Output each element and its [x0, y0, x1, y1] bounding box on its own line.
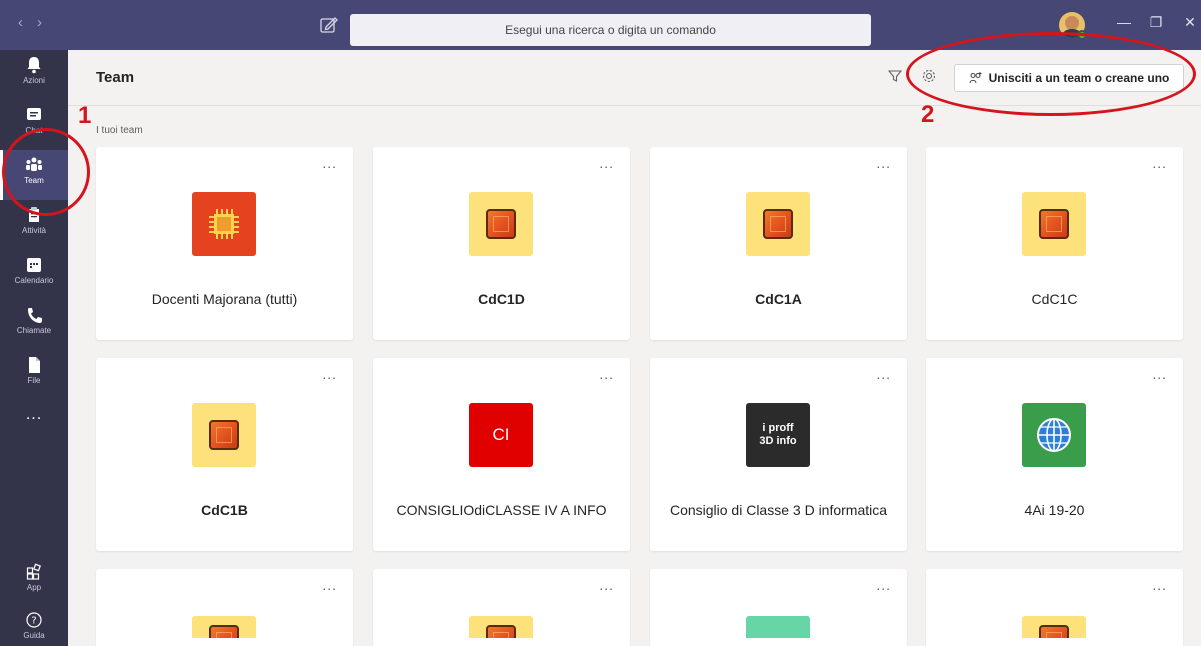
team-card[interactable]: ...: [96, 569, 353, 646]
rail-label: Attività: [21, 226, 46, 235]
team-card[interactable]: ... Docenti Majorana (tutti): [96, 147, 353, 340]
team-name: CdC1C: [1031, 290, 1078, 307]
bell-icon: [27, 57, 41, 74]
more-options-icon[interactable]: ...: [876, 577, 891, 593]
more-options-icon[interactable]: ...: [322, 155, 337, 171]
compose-icon[interactable]: [318, 14, 340, 36]
more-options-icon[interactable]: ...: [599, 577, 614, 593]
page-title: Team: [96, 69, 135, 86]
file-icon: [29, 357, 40, 373]
minimize-icon[interactable]: —: [1114, 14, 1134, 30]
more-options-icon[interactable]: ...: [1152, 155, 1167, 171]
rail-label: Chiamate: [16, 326, 52, 335]
rail-label: App: [26, 583, 42, 592]
calendar-icon: [27, 258, 41, 272]
svg-text:?: ?: [31, 616, 36, 627]
team-default-icon: [486, 625, 516, 638]
rail-item-calendario[interactable]: Calendario: [0, 250, 68, 300]
team-card[interactable]: ... CdC1C: [926, 147, 1183, 340]
team-card[interactable]: ... 4Ai 19-20: [926, 358, 1183, 551]
team-avatar: [192, 192, 256, 256]
rail-label: File: [27, 376, 41, 385]
team-avatar: [746, 192, 810, 256]
team-card[interactable]: ...: [650, 569, 907, 646]
annotation-number-2: 2: [921, 101, 935, 128]
team-default-icon: [209, 625, 239, 638]
team-avatar: [469, 616, 533, 638]
team-card[interactable]: ...: [926, 569, 1183, 646]
rail-item-chiamate[interactable]: Chiamate: [0, 300, 68, 350]
rail-item-app[interactable]: App: [0, 557, 68, 607]
search-placeholder: Esegui una ricerca o digita un comando: [505, 23, 716, 37]
close-icon[interactable]: ✕: [1180, 14, 1200, 31]
annotation-number-1: 1: [78, 102, 92, 129]
more-options-icon[interactable]: ...: [876, 155, 891, 171]
team-card[interactable]: ... CdC1A: [650, 147, 907, 340]
history-nav: ‹ ›: [18, 14, 42, 31]
more-options-icon[interactable]: ...: [1152, 366, 1167, 382]
team-avatar: [1022, 403, 1086, 467]
team-default-icon: [1039, 209, 1069, 239]
rail-item-azioni[interactable]: Azioni: [0, 50, 68, 100]
team-default-icon: [1039, 625, 1069, 638]
rail-item-guida[interactable]: ? Guida: [0, 605, 68, 646]
annotation-circle-team: [2, 128, 90, 216]
chevron-left-icon[interactable]: ‹: [18, 14, 23, 31]
team-name: Consiglio di Classe 3 D informatica: [669, 501, 888, 518]
team-name: 4Ai 19-20: [1024, 501, 1085, 518]
team-avatar: [1022, 192, 1086, 256]
globe-icon: [1037, 418, 1071, 452]
team-avatar: [469, 192, 533, 256]
apps-icon: [26, 563, 41, 580]
team-name: CdC1B: [201, 501, 248, 518]
more-options-icon[interactable]: ...: [322, 577, 337, 593]
chip-icon: [209, 209, 239, 239]
team-default-icon: [209, 420, 239, 450]
team-avatar: [192, 616, 256, 638]
team-name: CdC1A: [755, 290, 802, 307]
team-card[interactable]: ... CdC1D: [373, 147, 630, 340]
more-apps-button[interactable]: ...: [0, 406, 68, 424]
chevron-right-icon[interactable]: ›: [37, 14, 42, 31]
team-default-icon: [763, 209, 793, 239]
rail-label: Azioni: [23, 76, 45, 85]
rail-label: Calendario: [14, 276, 54, 285]
team-name: CdC1D: [478, 290, 525, 307]
chat-icon: [27, 108, 41, 120]
team-avatar: [746, 616, 810, 638]
phone-icon: [28, 308, 42, 323]
team-avatar: [1022, 616, 1086, 638]
more-options-icon[interactable]: ...: [876, 366, 891, 382]
team-name: Docenti Majorana (tutti): [151, 290, 298, 307]
restore-icon[interactable]: ❐: [1146, 14, 1166, 31]
rail-item-file[interactable]: File: [0, 350, 68, 400]
team-avatar-text: i proff: [762, 421, 794, 434]
filter-icon[interactable]: [888, 69, 902, 83]
more-options-icon[interactable]: ...: [599, 155, 614, 171]
annotation-circle-join: [906, 32, 1196, 116]
search-input[interactable]: Esegui una ricerca o digita un comando: [350, 14, 871, 46]
team-avatar: [192, 403, 256, 467]
team-avatar: i proff 3D info: [746, 403, 810, 467]
help-icon: ?: [26, 612, 42, 628]
more-options-icon[interactable]: ...: [599, 366, 614, 382]
section-label-your-teams: I tuoi team: [96, 125, 143, 136]
team-card[interactable]: ... CI CONSIGLIOdiCLASSE IV A INFO: [373, 358, 630, 551]
team-avatar-text: 3D info: [759, 435, 797, 447]
team-card[interactable]: ... CdC1B: [96, 358, 353, 551]
more-options-icon[interactable]: ...: [1152, 577, 1167, 593]
rail-label: Guida: [23, 631, 45, 640]
team-default-icon: [486, 209, 516, 239]
team-card[interactable]: ...: [373, 569, 630, 646]
team-avatar: CI: [469, 403, 533, 467]
team-card[interactable]: ... i proff 3D info Consiglio di Classe …: [650, 358, 907, 551]
more-options-icon[interactable]: ...: [322, 366, 337, 382]
team-initials: CI: [492, 425, 510, 444]
team-name: CONSIGLIOdiCLASSE IV A INFO: [396, 501, 607, 518]
